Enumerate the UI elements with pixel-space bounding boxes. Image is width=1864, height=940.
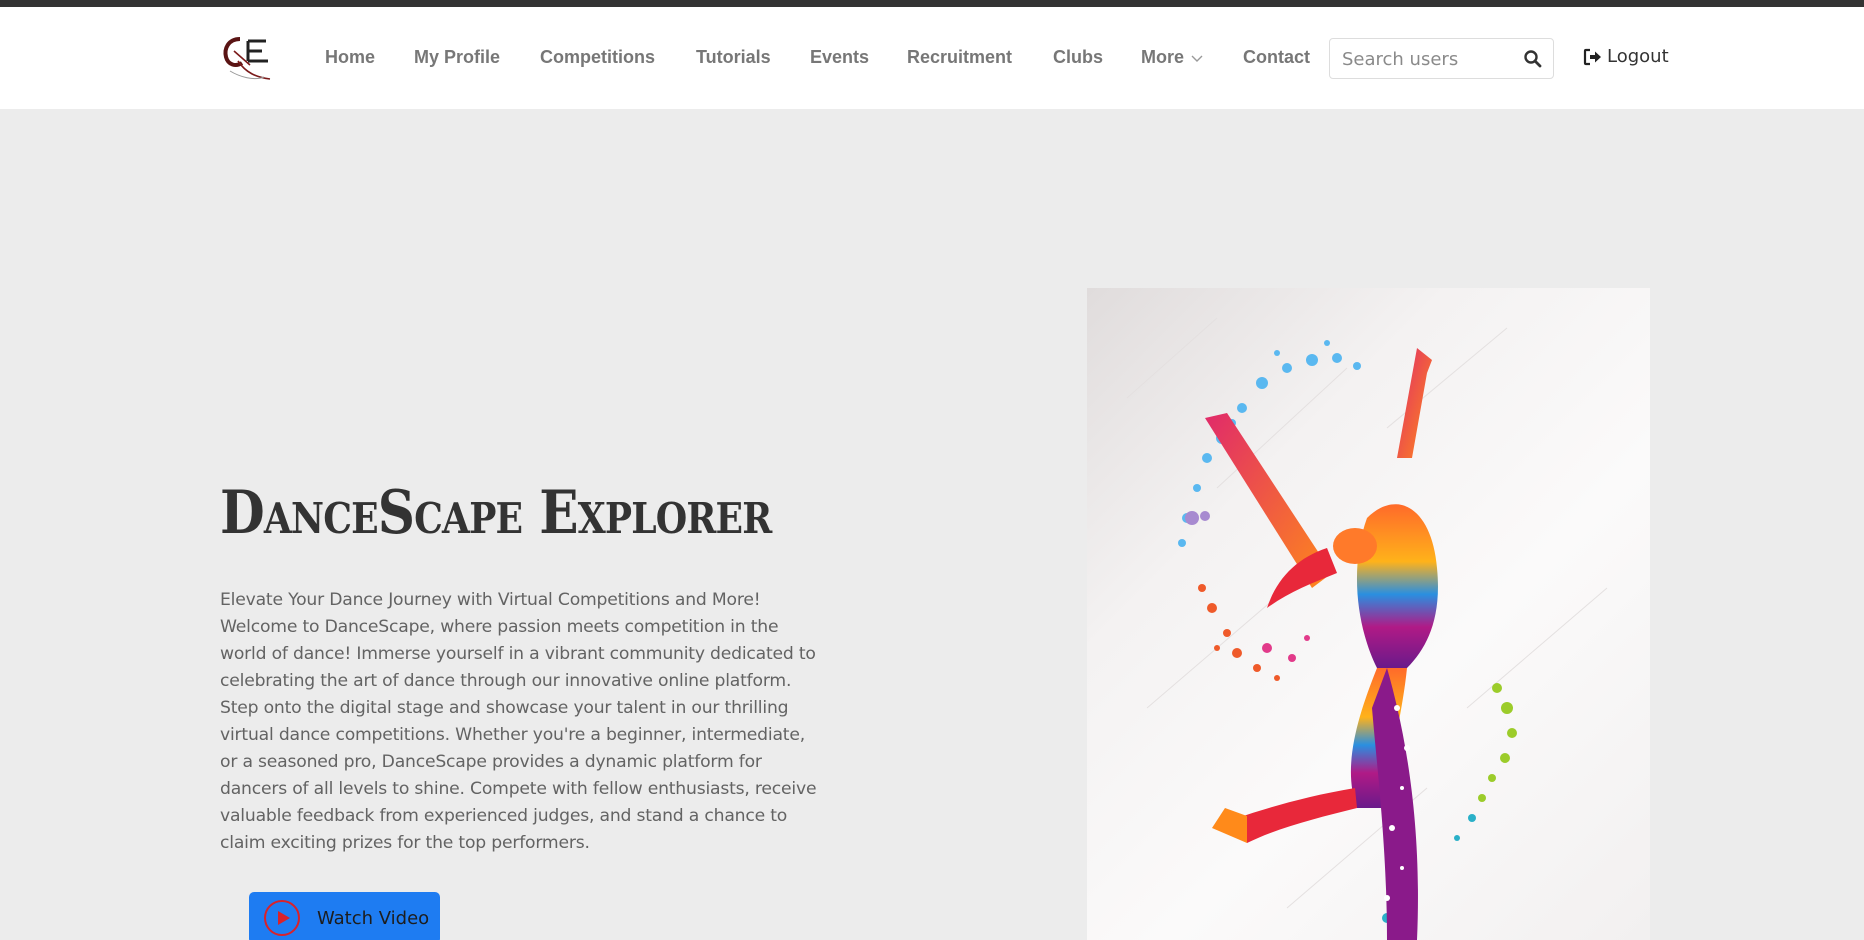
nav-contact[interactable]: Contact <box>1243 47 1310 68</box>
nav-tutorials[interactable]: Tutorials <box>696 47 771 68</box>
nav-more-dropdown[interactable]: More <box>1141 47 1204 68</box>
watch-video-label: Watch Video <box>317 907 430 929</box>
nav-events[interactable]: Events <box>810 47 869 68</box>
watch-video-button[interactable]: Watch Video <box>249 892 440 940</box>
nav-clubs[interactable]: Clubs <box>1053 47 1103 68</box>
nav-my-profile[interactable]: My Profile <box>414 47 500 68</box>
hero-image <box>1087 288 1650 940</box>
search-input[interactable] <box>1342 47 1512 71</box>
logout-button[interactable]: Logout <box>1583 46 1669 67</box>
hero-title: DanceScape Explorer <box>220 478 772 548</box>
hero-description: Elevate Your Dance Journey with Virtual … <box>220 590 817 853</box>
play-icon <box>264 900 300 936</box>
nav-competitions[interactable]: Competitions <box>540 47 655 68</box>
logout-label: Logout <box>1607 46 1669 67</box>
chevron-down-icon <box>1191 55 1203 62</box>
nav-recruitment[interactable]: Recruitment <box>907 47 1012 68</box>
dancer-illustration <box>1126 317 1608 940</box>
nav-home[interactable]: Home <box>325 47 375 68</box>
logout-icon <box>1583 48 1601 65</box>
search-icon[interactable] <box>1523 49 1543 69</box>
navbar: Home My Profile Competitions Tutorials E… <box>0 7 1864 109</box>
site-logo[interactable] <box>220 31 278 83</box>
search-box <box>1329 38 1554 79</box>
nav-more-label: More <box>1141 47 1185 67</box>
top-border <box>0 0 1864 7</box>
